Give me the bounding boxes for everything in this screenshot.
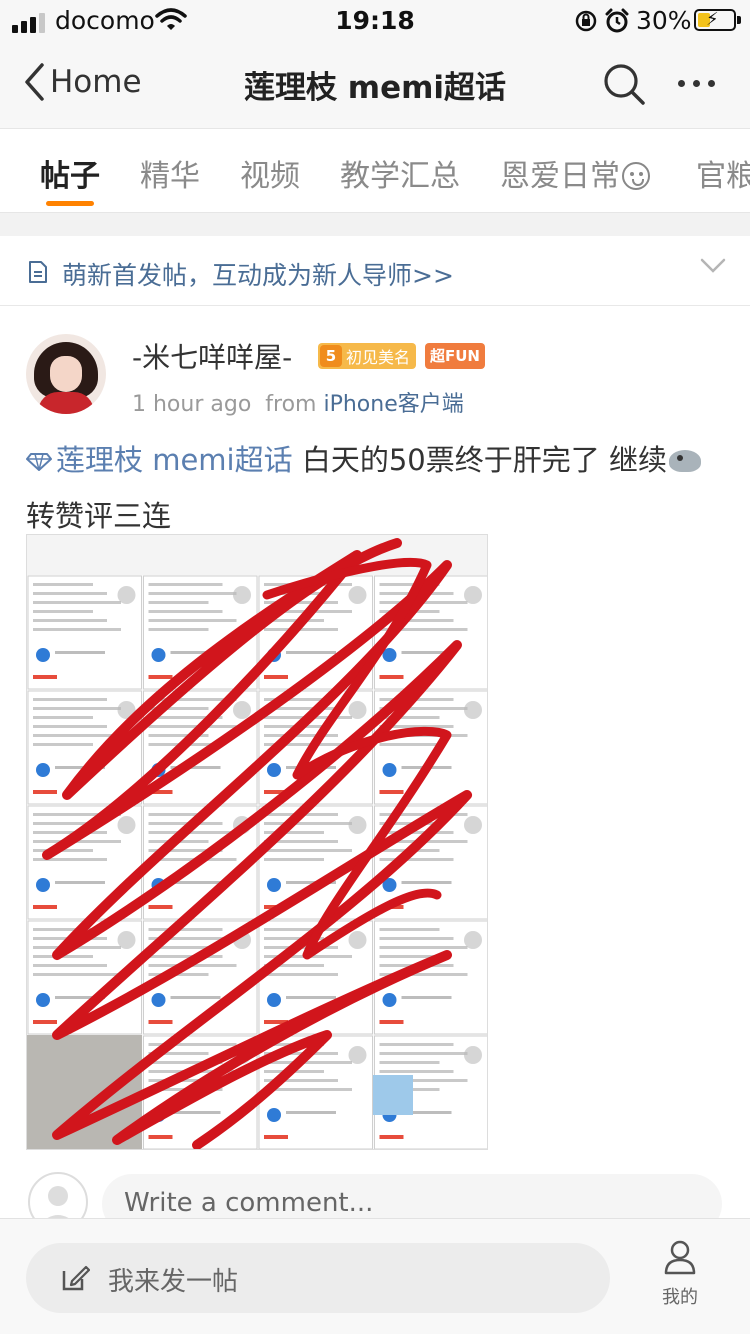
battery-percent: 30% (636, 6, 692, 35)
edit-icon (62, 1265, 90, 1291)
back-button[interactable]: Home (22, 62, 142, 102)
search-icon[interactable] (602, 62, 646, 106)
section-divider (0, 212, 750, 236)
post-meta: 1 hour ago from iPhone客户端 (132, 386, 464, 418)
back-label: Home (50, 64, 142, 100)
profile-button[interactable]: 我的 (650, 1239, 710, 1309)
bird-emoji-icon (668, 450, 701, 472)
tab-bar: 帖子 精华 视频 教学汇总 恩爱日常 官粮 (0, 128, 750, 212)
tab-official[interactable]: 官粮 (696, 151, 750, 195)
battery-icon: ⚡ (694, 9, 741, 31)
bottom-bar: 我来发一帖 我的 (0, 1218, 750, 1334)
smiley-icon (622, 162, 650, 190)
tab-videos[interactable]: 视频 (240, 151, 300, 195)
newbie-notice[interactable]: 萌新首发帖，互动成为新人导师>> (0, 236, 750, 306)
tab-tutorials[interactable]: 教学汇总 (340, 151, 460, 195)
alarm-icon (605, 8, 629, 33)
post-body: 莲理枝 memi超话 白天的50票终于肝完了 继续转赞评三连 (26, 432, 726, 544)
tab-daily-label: 恩爱日常 (500, 159, 620, 194)
super-fan-badge: 超FUN (425, 343, 485, 369)
notice-text: 萌新首发帖，互动成为新人导师>> (62, 261, 454, 290)
source-prefix: from (265, 392, 317, 417)
nav-bar: Home 莲理枝 memi超话 (0, 40, 750, 128)
compose-label: 我来发一帖 (108, 1267, 239, 1297)
compose-post-button[interactable]: 我来发一帖 (26, 1243, 610, 1313)
more-options-icon[interactable] (678, 80, 715, 87)
post-text-part2: 转赞评三连 (26, 499, 172, 533)
post-source[interactable]: iPhone客户端 (323, 392, 463, 417)
status-bar: docomo 19:18 30% ⚡ (0, 0, 750, 40)
screenshot-grid-image (27, 535, 487, 1149)
tab-posts[interactable]: 帖子 (40, 151, 100, 195)
chevron-down-icon[interactable] (700, 258, 726, 274)
user-icon (664, 1240, 696, 1275)
post-card: -米七咩咩屋- 5 初见美名 超FUN 1 hour ago from iPho… (0, 306, 750, 1234)
tab-daily[interactable]: 恩爱日常 (500, 151, 650, 195)
post-time: 1 hour ago (132, 392, 252, 417)
topic-label: 莲理枝 memi超话 (56, 443, 293, 477)
tab-featured[interactable]: 精华 (140, 151, 200, 195)
author-name[interactable]: -米七咩咩屋- (132, 336, 292, 376)
post-image[interactable] (26, 534, 488, 1150)
post-text-part1: 白天的50票终于肝完了 继续 (292, 443, 667, 477)
diamond-icon (26, 453, 52, 471)
comment-row: Write a comment... (0, 1170, 750, 1234)
rotation-lock-icon (575, 10, 597, 32)
level-badge-label: 初见美名 (346, 348, 411, 367)
document-icon (29, 261, 47, 283)
level-badge: 5 初见美名 (318, 343, 417, 369)
avatar[interactable] (26, 334, 106, 414)
active-tab-indicator (46, 201, 94, 206)
level-number: 5 (320, 345, 342, 367)
profile-label: 我的 (662, 1287, 698, 1308)
topic-link[interactable]: 莲理枝 memi超话 (26, 443, 293, 477)
chevron-left-icon (25, 63, 44, 101)
